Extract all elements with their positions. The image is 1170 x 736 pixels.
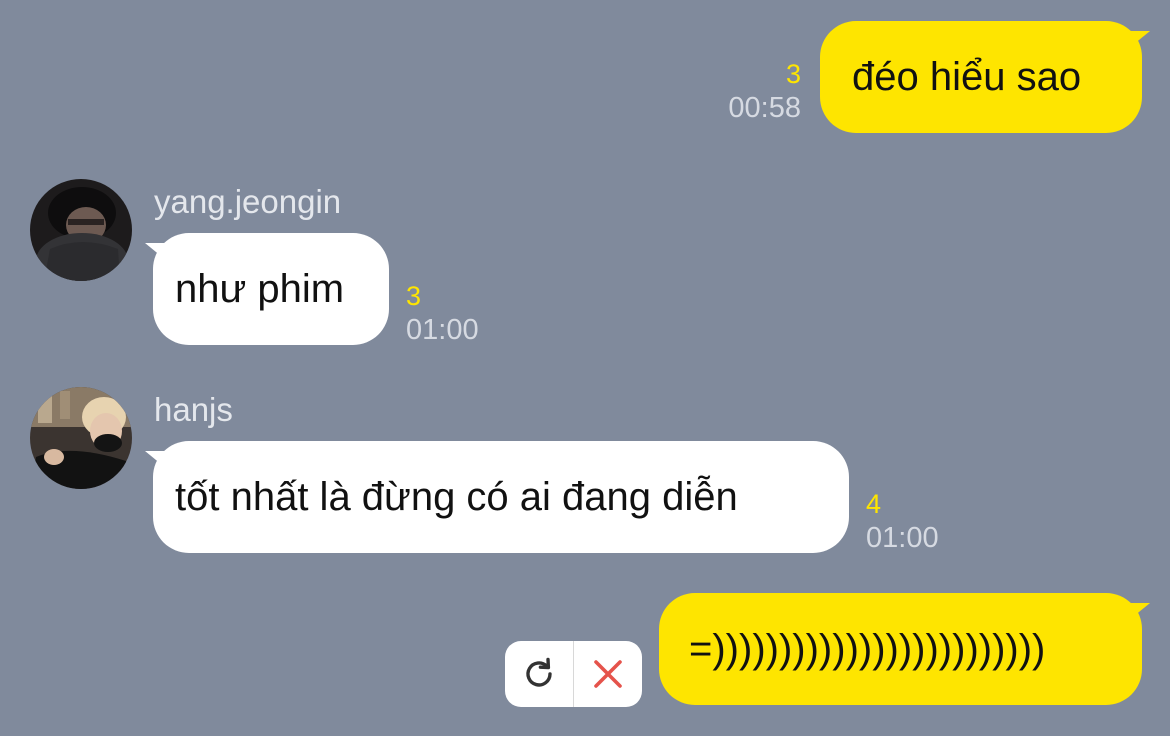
message-time: 01:00: [406, 314, 479, 346]
unread-count: 3: [785, 59, 801, 89]
message-text: =))))))))))))))))))))))))): [689, 626, 1046, 671]
incoming-message-bubble[interactable]: như phim: [145, 233, 389, 345]
unread-count: 4: [866, 489, 882, 519]
close-icon: [594, 660, 622, 688]
bubble-tail: [145, 451, 167, 469]
outgoing-message-bubble[interactable]: =))))))))))))))))))))))))): [659, 593, 1150, 705]
message-meta: 3 00:58: [728, 58, 801, 126]
retry-icon: [526, 657, 552, 687]
avatar[interactable]: [30, 179, 132, 281]
avatar-image: [30, 387, 132, 489]
chat-room: 3 00:58 đéo hiểu sao yang.jeongin như ph…: [0, 0, 1170, 736]
delete-button[interactable]: [574, 641, 642, 707]
message-meta: 4 01:00: [866, 488, 939, 556]
avatar-image: [30, 179, 132, 281]
unread-count: 3: [406, 281, 422, 311]
bubble-tail: [1128, 603, 1150, 621]
retry-button[interactable]: [505, 641, 573, 707]
sender-name: yang.jeongin: [154, 183, 342, 220]
message-meta: 3 01:00: [406, 280, 479, 348]
sender-name: hanjs: [154, 391, 233, 428]
message-text: tốt nhất là đừng có ai đang diễn: [175, 474, 738, 519]
message-time: 00:58: [728, 92, 801, 124]
bubble-tail: [145, 243, 167, 261]
message-text: đéo hiểu sao: [852, 54, 1082, 99]
failed-message-actions: [505, 641, 642, 707]
outgoing-message-bubble[interactable]: đéo hiểu sao: [820, 21, 1150, 133]
message-text: như phim: [175, 266, 345, 311]
bubble-tail: [1128, 31, 1150, 49]
incoming-message-bubble[interactable]: tốt nhất là đừng có ai đang diễn: [145, 441, 849, 553]
message-time: 01:00: [866, 522, 939, 554]
avatar[interactable]: [30, 387, 132, 489]
